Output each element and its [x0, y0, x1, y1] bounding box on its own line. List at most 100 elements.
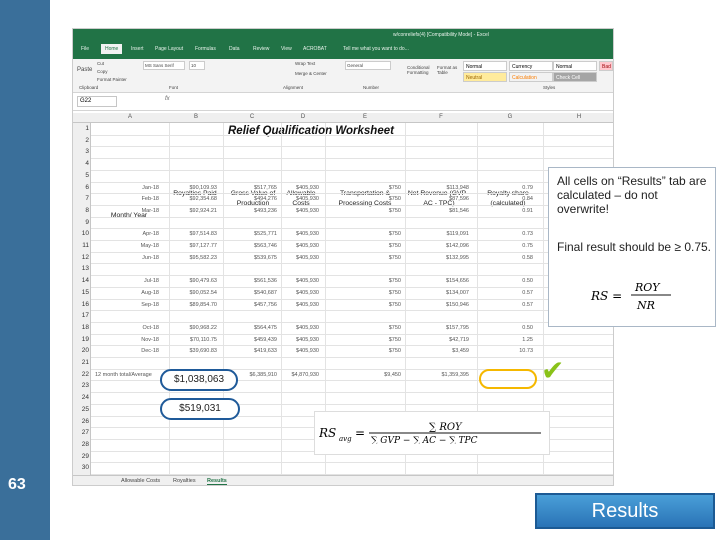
column-header-d[interactable]: D: [293, 114, 313, 120]
cell-roy[interactable]: $90,968.22: [157, 325, 217, 331]
row-number-9[interactable]: 9: [73, 219, 89, 226]
cell-roy[interactable]: $95,582.23: [157, 255, 217, 261]
column-header-h[interactable]: H: [569, 114, 589, 120]
row-number-2[interactable]: 2: [73, 137, 89, 144]
row-number-8[interactable]: 8: [73, 207, 89, 214]
column-header-f[interactable]: F: [431, 114, 451, 120]
row-number-1[interactable]: 1: [73, 125, 89, 132]
cell-month[interactable]: Jul-18: [99, 278, 159, 284]
cell-nr[interactable]: $42,719: [409, 337, 469, 343]
cell-roy[interactable]: $70,110.75: [157, 337, 217, 343]
cell-ac[interactable]: $405,930: [259, 231, 319, 237]
tab-home[interactable]: Home: [101, 44, 123, 54]
cell-ac[interactable]: $405,930: [259, 278, 319, 284]
tell-me-search[interactable]: Tell me what you want to do...: [343, 46, 409, 52]
cut-button[interactable]: Cut: [97, 61, 104, 66]
cell-roy[interactable]: $90,479.63: [157, 278, 217, 284]
tab-insert[interactable]: Insert: [131, 46, 144, 52]
sheet-tab-results[interactable]: Results: [207, 478, 227, 485]
tab-review[interactable]: Review: [253, 46, 269, 52]
tab-acrobat[interactable]: ACROBAT: [303, 46, 327, 52]
row-number-4[interactable]: 4: [73, 160, 89, 167]
cell-tpc[interactable]: $750: [341, 302, 401, 308]
wrap-text-button[interactable]: Wrap Text: [295, 61, 315, 66]
format-painter-button[interactable]: Format Painter: [97, 77, 127, 82]
cell-ac[interactable]: $405,930: [259, 185, 319, 191]
results-button[interactable]: Results: [535, 493, 715, 529]
row-number-17[interactable]: 17: [73, 312, 89, 319]
cell-ac[interactable]: $405,930: [259, 208, 319, 214]
row-number-14[interactable]: 14: [73, 277, 89, 284]
row-number-16[interactable]: 16: [73, 301, 89, 308]
row-number-12[interactable]: 12: [73, 254, 89, 261]
style-normal-2[interactable]: Normal: [553, 61, 597, 71]
cell-ac[interactable]: $405,930: [259, 196, 319, 202]
row-number-7[interactable]: 7: [73, 195, 89, 202]
cell-rs[interactable]: 0.91: [473, 208, 533, 214]
total-tpc[interactable]: $9,450: [341, 372, 401, 378]
cell-ac[interactable]: $405,930: [259, 243, 319, 249]
tab-view[interactable]: View: [281, 46, 292, 52]
style-neutral[interactable]: Neutral: [463, 72, 507, 82]
font-name-select[interactable]: MS Sans Serif: [143, 61, 185, 70]
cell-roy[interactable]: $89,854.70: [157, 302, 217, 308]
merge-center-button[interactable]: Merge & Center: [295, 71, 327, 76]
cell-month[interactable]: Aug-18: [99, 290, 159, 296]
row-number-10[interactable]: 10: [73, 230, 89, 237]
row-number-18[interactable]: 18: [73, 324, 89, 331]
row-number-21[interactable]: 21: [73, 359, 89, 366]
cell-roy[interactable]: $97,127.77: [157, 243, 217, 249]
row-number-3[interactable]: 3: [73, 148, 89, 155]
cell-rs[interactable]: 0.75: [473, 243, 533, 249]
row-number-19[interactable]: 19: [73, 336, 89, 343]
sheet-tab-royalties[interactable]: Royalties: [173, 478, 196, 484]
cell-rs[interactable]: 1.25: [473, 337, 533, 343]
row-number-6[interactable]: 6: [73, 184, 89, 191]
cell-roy[interactable]: $90,052.54: [157, 290, 217, 296]
row-number-20[interactable]: 20: [73, 347, 89, 354]
conditional-formatting-button[interactable]: Conditional Formatting: [407, 65, 433, 75]
cell-tpc[interactable]: $750: [341, 196, 401, 202]
cell-rs[interactable]: 0.57: [473, 302, 533, 308]
row-number-25[interactable]: 25: [73, 406, 89, 413]
cell-ac[interactable]: $405,930: [259, 302, 319, 308]
cell-month[interactable]: Dec-18: [99, 348, 159, 354]
row-number-11[interactable]: 11: [73, 242, 89, 249]
copy-button[interactable]: Copy: [97, 69, 108, 74]
number-format-select[interactable]: General: [345, 61, 391, 70]
font-size-select[interactable]: 10: [189, 61, 205, 70]
cell-ac[interactable]: $405,930: [259, 348, 319, 354]
cell-nr[interactable]: $132,995: [409, 255, 469, 261]
total-ac[interactable]: $4,870,930: [259, 372, 319, 378]
tab-page-layout[interactable]: Page Layout: [155, 46, 183, 52]
tab-file[interactable]: File: [81, 46, 89, 52]
cell-tpc[interactable]: $750: [341, 243, 401, 249]
cell-nr[interactable]: $3,459: [409, 348, 469, 354]
tab-data[interactable]: Data: [229, 46, 240, 52]
cell-month[interactable]: Sep-18: [99, 302, 159, 308]
cell-nr[interactable]: $81,546: [409, 208, 469, 214]
cell-roy[interactable]: $97,514.83: [157, 231, 217, 237]
cell-month[interactable]: Nov-18: [99, 337, 159, 343]
cell-rs[interactable]: 0.79: [473, 185, 533, 191]
cell-rs[interactable]: 0.50: [473, 325, 533, 331]
row-number-28[interactable]: 28: [73, 441, 89, 448]
column-header-e[interactable]: E: [355, 114, 375, 120]
name-box[interactable]: G22: [77, 96, 117, 107]
cell-nr[interactable]: $154,656: [409, 278, 469, 284]
cell-month[interactable]: Mar-18: [99, 208, 159, 214]
style-check-cell[interactable]: Check Cell: [553, 72, 597, 82]
cell-tpc[interactable]: $750: [341, 208, 401, 214]
row-number-29[interactable]: 29: [73, 453, 89, 460]
cell-rs[interactable]: 0.58: [473, 255, 533, 261]
cell-month[interactable]: Apr-18: [99, 231, 159, 237]
cell-month[interactable]: May-18: [99, 243, 159, 249]
cell-tpc[interactable]: $750: [341, 337, 401, 343]
column-header-a[interactable]: A: [120, 114, 140, 120]
cell-rs[interactable]: 0.73: [473, 231, 533, 237]
tab-formulas[interactable]: Formulas: [195, 46, 216, 52]
paste-button[interactable]: Paste: [77, 67, 92, 73]
cell-tpc[interactable]: $750: [341, 278, 401, 284]
cell-roy[interactable]: $90,109.93: [157, 185, 217, 191]
cell-tpc[interactable]: $750: [341, 255, 401, 261]
